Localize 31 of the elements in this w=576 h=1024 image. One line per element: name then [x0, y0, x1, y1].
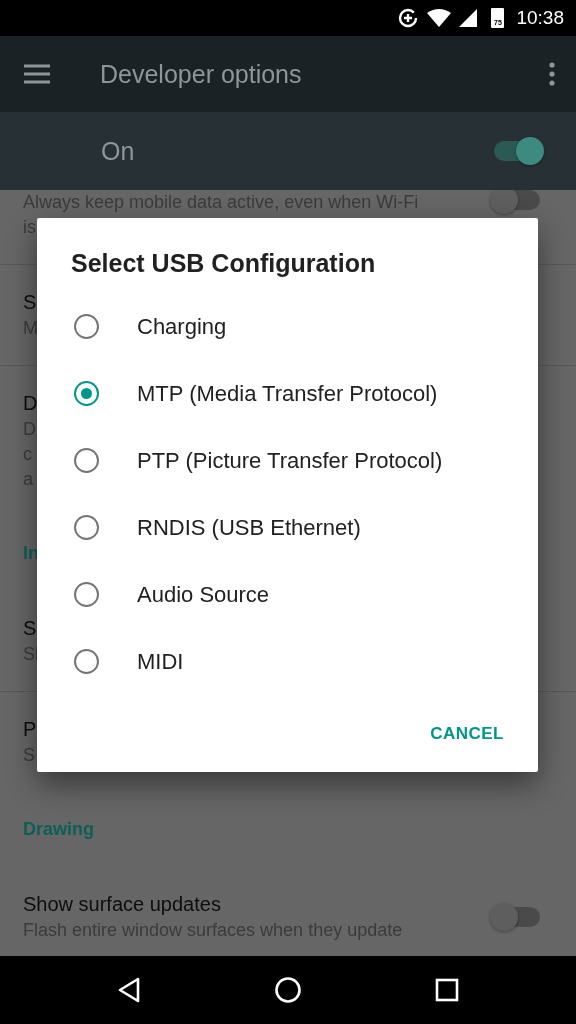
back-icon[interactable]	[116, 977, 141, 1003]
dialog-title: Select USB Configuration	[70, 248, 377, 279]
option-label[interactable]: MIDI	[137, 648, 184, 675]
cancel-button[interactable]: CANCEL	[418, 715, 516, 752]
radio-button[interactable]	[74, 381, 99, 406]
setting-title: S	[23, 616, 37, 641]
option-label[interactable]: Charging	[137, 313, 227, 340]
menu-icon[interactable]	[24, 64, 50, 84]
setting-title: S	[23, 290, 37, 315]
option-label[interactable]: Audio Source	[137, 581, 270, 608]
radio-button[interactable]	[74, 582, 99, 607]
signal-icon	[459, 9, 478, 27]
setting-title: Show surface updates	[23, 892, 221, 917]
clock-time: 10:38	[516, 7, 564, 29]
app-bar-title: Developer options	[100, 59, 303, 89]
option-label[interactable]: RNDIS (USB Ethernet)	[137, 514, 361, 541]
radio-button[interactable]	[74, 314, 99, 339]
section-header: Drawing	[23, 819, 94, 840]
data-saver-icon	[397, 7, 420, 29]
option-label[interactable]: MTP (Media Transfer Protocol)	[137, 380, 438, 407]
setting-title: P	[23, 717, 37, 742]
overflow-menu-icon[interactable]	[549, 62, 555, 86]
setting-title: D	[23, 391, 38, 416]
recents-icon[interactable]	[435, 978, 460, 1002]
wifi-icon	[427, 9, 452, 27]
master-switch-label: On	[101, 136, 136, 166]
radio-button[interactable]	[74, 448, 99, 473]
radio-button[interactable]	[74, 649, 99, 674]
home-icon[interactable]	[274, 976, 302, 1004]
radio-button[interactable]	[74, 515, 99, 540]
option-label[interactable]: PTP (Picture Transfer Protocol)	[137, 447, 443, 474]
